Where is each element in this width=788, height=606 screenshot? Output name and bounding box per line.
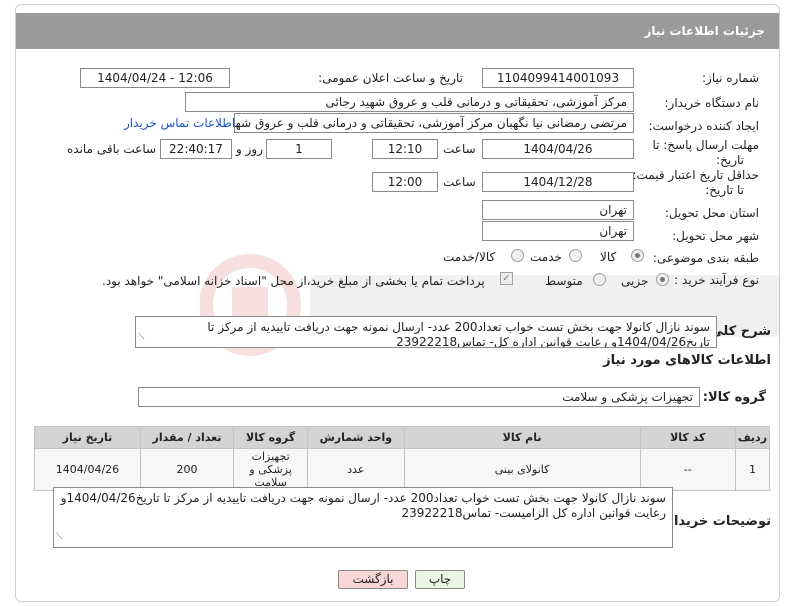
resize-grip-icon: ⟋ xyxy=(138,332,145,342)
province-field: تهران xyxy=(482,200,634,220)
process-option-medium: متوسط xyxy=(545,274,583,288)
announce-field: 1404/04/24 - 12:06 xyxy=(80,68,230,88)
goods-group-label: گروه کالا: xyxy=(702,390,766,405)
need-number-field: 1104099414001093 xyxy=(482,68,634,88)
col-name-header: نام کالا xyxy=(403,426,641,449)
payment-note: پرداخت تمام یا بخشی از مبلغ خرید،از محل … xyxy=(102,274,485,288)
goods-section-title: اطلاعات کالاهای مورد نیاز xyxy=(603,353,771,368)
city-field: تهران xyxy=(482,221,634,241)
days-field: 1 xyxy=(266,139,332,159)
deadline-label-2: تاریخ: xyxy=(716,153,744,167)
requester-field: مرتضی رمضانی نیا نگهبان مرکز آموزشی، تحق… xyxy=(234,113,634,133)
requester-label: ایجاد کننده درخواست: xyxy=(648,119,759,133)
need-number-label: شماره نیاز: xyxy=(702,71,759,85)
deadline-time-label: ساعت xyxy=(443,142,476,156)
price-valid-time-label: ساعت xyxy=(443,175,476,189)
items-table: ردیف کد کالا نام کالا واحد شمارش گروه کا… xyxy=(34,426,771,491)
col-qty-header: تعداد / مقدار xyxy=(139,426,235,449)
cell-date: 1404/04/26 xyxy=(34,448,141,491)
deadline-time-field: 12:10 xyxy=(372,139,438,159)
city-label: شهر محل تحویل: xyxy=(672,229,759,243)
table-row: 1 -- کانولای بینی عدد تجهیزات پزشکی و سل… xyxy=(34,448,771,491)
back-button[interactable]: بازگشت xyxy=(338,570,408,589)
price-valid-time-field: 12:00 xyxy=(372,172,438,192)
days-label: روز و xyxy=(236,142,263,156)
process-radio-minor[interactable] xyxy=(656,273,669,286)
col-unit-header: واحد شمارش xyxy=(307,426,405,449)
buyer-notes-label: توضیحات خریدار: xyxy=(661,514,771,529)
process-radio-medium[interactable] xyxy=(593,273,606,286)
category-option-both: کالا/خدمت xyxy=(443,250,496,264)
page-title: جزئیات اطلاعات نیاز xyxy=(16,13,779,49)
print-button[interactable]: چاپ xyxy=(415,570,465,589)
description-textarea: سوند نازال کانولا جهت بخش تست خواب تعداد… xyxy=(135,316,717,348)
category-radio-both[interactable] xyxy=(511,249,524,262)
price-valid-label: حداقل تاریخ اعتبار قیمت: xyxy=(632,168,759,182)
description-text: سوند نازال کانولا جهت بخش تست خواب تعداد… xyxy=(207,320,710,348)
buyer-org-label: نام دستگاه خریدار: xyxy=(664,96,760,110)
price-valid-date-field: 1404/12/28 xyxy=(482,172,634,192)
category-option-service: خدمت xyxy=(530,250,562,264)
col-code-header: کد کالا xyxy=(639,426,736,449)
process-option-minor: جزیی xyxy=(621,274,649,288)
buyer-contact-link[interactable]: اطلاعات تماس خریدار xyxy=(124,116,235,130)
remaining-time-field: 22:40:17 xyxy=(160,139,232,159)
announce-label: تاریخ و ساعت اعلان عمومی: xyxy=(318,71,463,85)
process-label: نوع فرآیند خرید : xyxy=(674,273,759,287)
cell-name: کانولای بینی xyxy=(403,448,641,491)
remaining-label: ساعت باقی مانده xyxy=(67,142,157,156)
col-date-header: تاریخ نیاز xyxy=(34,426,141,449)
buyer-notes-textarea: سوند نازال کانولا جهت بخش تست خواب تعداد… xyxy=(53,487,673,548)
buyer-org-field: مرکز آموزشی، تحقیقاتی و درمانی قلب و عرو… xyxy=(185,92,634,112)
resize-grip-icon: ⟋ xyxy=(56,532,63,542)
deadline-label: مهلت ارسال پاسخ: تا xyxy=(652,138,759,152)
cell-row: 1 xyxy=(734,448,771,491)
category-option-goods: کالا xyxy=(600,250,617,264)
goods-group-field: تجهیزات پزشکی و سلامت xyxy=(138,387,700,407)
cell-qty: 200 xyxy=(139,448,235,491)
payment-checkbox[interactable]: ✓ xyxy=(500,272,513,285)
cell-code: -- xyxy=(639,448,736,491)
table-header-row: ردیف کد کالا نام کالا واحد شمارش گروه کا… xyxy=(34,426,771,449)
cell-group: تجهیزات پزشکی و سلامت xyxy=(233,448,309,491)
category-label: طبقه بندی موضوعی: xyxy=(652,251,759,265)
buyer-notes-text: سوند نازال کانولا جهت بخش تست خواب تعداد… xyxy=(60,491,666,520)
category-radio-goods[interactable] xyxy=(631,249,644,262)
province-label: استان محل تحویل: xyxy=(664,206,759,220)
cell-unit: عدد xyxy=(307,448,405,491)
category-radio-service[interactable] xyxy=(569,249,582,262)
deadline-date-field: 1404/04/26 xyxy=(482,139,634,159)
price-valid-label-2: تا تاریخ: xyxy=(705,183,744,197)
col-row-header: ردیف xyxy=(734,426,771,449)
col-group-header: گروه کالا xyxy=(233,426,309,449)
